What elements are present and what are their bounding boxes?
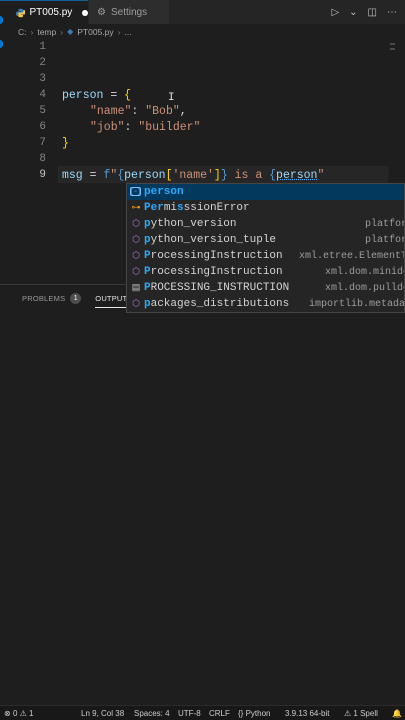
chevron-right-icon: ›: [60, 26, 64, 37]
editor-actions: ▷ ⌄ ◫ ⋯: [331, 0, 405, 24]
language-mode[interactable]: {} Python: [238, 706, 270, 720]
tab-label: Settings: [110, 6, 148, 18]
suggestion-detail: platform: [365, 218, 404, 230]
warning-icon: ⚠: [344, 709, 354, 718]
error-count: 0: [12, 709, 18, 718]
breadcrumb-item[interactable]: temp: [37, 27, 56, 37]
breadcrumb-item[interactable]: C:: [18, 27, 27, 37]
gear-icon: ⚙: [97, 6, 106, 18]
autocomplete-suggestions: [▫] person ⊶ PermisssionError ⬡ python_v…: [126, 183, 405, 313]
suggestion-label: python_version: [144, 218, 237, 230]
problems-count-badge: 1: [70, 292, 82, 304]
chevron-right-icon: ›: [30, 26, 34, 37]
error-icon: ⊗: [4, 709, 13, 718]
suggestion-item[interactable]: ▤ PROCESSING_INSTRUCTION xml.dom.pulldom: [127, 280, 404, 296]
class-icon: ⊶: [131, 203, 141, 213]
spell-check-status[interactable]: ⚠ 1 Spell: [344, 706, 378, 720]
code-line: "name": "Bob",: [90, 104, 187, 118]
suggestion-label: ProcessingInstruction: [144, 266, 283, 278]
suggestion-label: python_version_tuple: [144, 234, 277, 246]
editor-tab-bar: PT005.py ⚙ Settings ▷ ⌄ ◫ ⋯: [0, 0, 405, 24]
line-number: 2: [39, 57, 46, 69]
language-label: Python: [245, 709, 271, 718]
minimap-mark: [390, 43, 395, 45]
line-number: 1: [39, 41, 46, 53]
suggestion-detail: importlib.metadata: [309, 298, 405, 310]
code-line: "job": "builder": [90, 120, 201, 134]
suggestion-label: packages_distributions: [144, 298, 290, 310]
line-number: 3: [39, 73, 46, 85]
warning-icon: ⚠: [19, 709, 30, 718]
suggestion-label: PROCESSING_INSTRUCTION: [144, 282, 290, 294]
warning-count: 1: [29, 709, 34, 718]
text-icon: ▤: [131, 283, 141, 293]
line-number: 9: [39, 169, 46, 181]
panel-tab-bar: PROBLEMS 1 OUTPUT: [0, 285, 128, 311]
minimap-mark: [390, 48, 395, 50]
indentation[interactable]: Spaces: 4: [134, 706, 170, 720]
suggestion-detail: platform: [365, 234, 404, 246]
tab-problems[interactable]: PROBLEMS 1: [22, 285, 82, 311]
line-number: 7: [39, 137, 46, 149]
chevron-down-icon[interactable]: ⌄: [349, 7, 357, 18]
module-icon: ⬡: [132, 299, 140, 309]
suggestion-item[interactable]: ⬡ python_version platform: [127, 216, 404, 232]
line-number: 4: [39, 89, 46, 101]
python-file-icon: [16, 8, 26, 17]
suggestion-detail: xml.dom.pulldom: [325, 282, 404, 294]
spell-label: 1 Spell: [353, 709, 378, 718]
cursor-position[interactable]: Ln 9, Col 38: [81, 706, 124, 720]
line-ending[interactable]: CRLF: [209, 706, 230, 720]
code-line: person = {: [62, 88, 132, 102]
bell-icon[interactable]: 🔔: [392, 706, 402, 720]
line-number: 6: [39, 121, 46, 133]
suggestion-item[interactable]: [▫] person: [127, 184, 404, 200]
suggestion-item[interactable]: ⊶ PermisssionError: [127, 200, 404, 216]
suggestion-item[interactable]: ⬡ ProcessingInstruction xml.dom.minidom: [127, 264, 404, 280]
suggestion-label: ProcessingInstruction: [144, 250, 283, 262]
module-icon: ⬡: [132, 267, 140, 277]
suggestion-item[interactable]: ⬡ ProcessingInstruction xml.etree.Elemen…: [127, 248, 405, 264]
python-interpreter[interactable]: 3.9.13 64-bit: [285, 706, 329, 720]
line-number: 5: [39, 105, 46, 117]
line-number: 8: [39, 153, 46, 165]
breadcrumb: C: › temp › ◆ PT005.py › ...: [0, 24, 405, 39]
suggestion-detail: xml.dom.minidom: [325, 266, 404, 278]
split-editor-icon[interactable]: ◫: [368, 7, 377, 18]
mouse-ibeam-icon: I: [168, 92, 175, 104]
tab-label: OUTPUT: [95, 293, 128, 303]
module-icon: ⬡: [132, 251, 140, 261]
breadcrumb-item[interactable]: ...: [124, 27, 131, 37]
module-icon: ⬡: [132, 235, 140, 245]
module-icon: ⬡: [132, 219, 140, 229]
code-line: }: [62, 136, 69, 150]
tab-pt005[interactable]: PT005.py: [0, 0, 88, 24]
suggestion-label: PermisssionError: [144, 202, 250, 214]
chevron-right-icon: ›: [117, 26, 121, 37]
python-file-icon: ◆: [67, 27, 74, 36]
braces-icon: {}: [238, 709, 246, 718]
variable-icon: [▫]: [130, 187, 141, 196]
problems-status[interactable]: ⊗ 0 ⚠ 1: [4, 706, 33, 720]
more-actions-icon[interactable]: ⋯: [387, 7, 397, 18]
suggestion-item[interactable]: ⬡ packages_distributions importlib.metad…: [127, 296, 405, 312]
breadcrumb-item[interactable]: PT005.py: [77, 27, 113, 37]
unsaved-dot-icon[interactable]: [82, 9, 88, 16]
tab-output[interactable]: OUTPUT: [95, 285, 128, 311]
tab-label: PT005.py: [29, 7, 73, 18]
suggestion-label: person: [144, 186, 184, 198]
suggestion-detail: xml.etree.ElementT…: [299, 250, 405, 262]
run-icon[interactable]: ▷: [331, 7, 339, 18]
suggestion-item[interactable]: ⬡ python_version_tuple platform: [127, 232, 404, 248]
code-line: msg = f"{person['name']} is a {person": [62, 168, 325, 182]
bottom-panel: PROBLEMS 1 OUTPUT: [0, 284, 405, 705]
encoding[interactable]: UTF-8: [178, 706, 201, 720]
tab-label: PROBLEMS: [22, 293, 66, 303]
status-bar: ⊗ 0 ⚠ 1 Ln 9, Col 38 Spaces: 4 UTF-8 CRL…: [0, 705, 405, 720]
tab-settings[interactable]: ⚙ Settings: [89, 0, 169, 24]
